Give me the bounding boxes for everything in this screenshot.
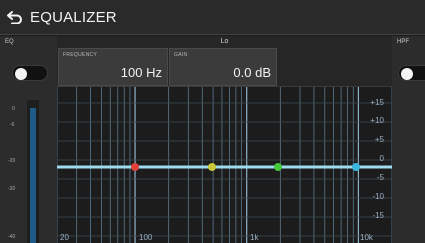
back-button[interactable]	[0, 0, 30, 35]
band-point-lo-mid[interactable]	[208, 163, 216, 171]
page-title: EQUALIZER	[30, 8, 117, 26]
eq-label: EQ	[5, 39, 14, 45]
gain-field[interactable]: GAIN 0.0 dB	[169, 48, 277, 86]
hpf-label: HPF	[397, 39, 409, 45]
meter-tick: -6	[10, 122, 15, 128]
level-meter-bar	[30, 108, 36, 243]
eq-graph-canvas	[57, 87, 392, 243]
gain-tick: +5	[374, 135, 384, 144]
gain-tick: -10	[372, 192, 384, 201]
gain-tick: 0	[379, 154, 384, 163]
gain-tick: +10	[370, 116, 384, 125]
gain-value: 0.0 dB	[233, 65, 271, 80]
meter-tick: -20	[8, 158, 16, 164]
band-point-hi-mid[interactable]	[274, 163, 282, 171]
freq-tick: 100	[139, 233, 153, 242]
freq-tick: 1k	[250, 233, 259, 242]
header-bar: EQUALIZER	[0, 0, 425, 35]
return-arrow-icon	[7, 11, 22, 24]
gain-label: GAIN	[174, 52, 188, 58]
band-point-hi[interactable]	[352, 163, 360, 171]
gain-grid	[57, 102, 392, 237]
gain-tick: -15	[372, 211, 384, 220]
freq-tick: 10k	[360, 233, 373, 242]
band-point-lo[interactable]	[131, 163, 139, 171]
meter-tick: -40	[8, 234, 16, 240]
freq-tick: 20	[60, 233, 69, 242]
hpf-panel: HPF	[392, 36, 425, 243]
meter-tick: 0	[12, 106, 15, 112]
frequency-label: FREQUENCY	[63, 52, 98, 58]
frequency-value: 100 Hz	[120, 65, 162, 80]
frequency-field[interactable]: FREQUENCY 100 Hz	[58, 48, 168, 86]
eq-graph[interactable]: +15 +10 +5 0 -5 -10 -15 20 100 1k 10k	[57, 86, 392, 243]
hpf-toggle[interactable]	[398, 65, 425, 81]
hpf-toggle-knob	[401, 68, 413, 80]
eq-toggle[interactable]	[12, 65, 48, 81]
frequency-grid	[57, 87, 392, 243]
eq-toggle-knob	[15, 68, 27, 80]
meter-tick: -30	[8, 186, 16, 192]
gain-tick: -5	[376, 173, 384, 182]
gain-tick: +15	[370, 98, 384, 107]
band-name: Lo	[220, 38, 229, 45]
